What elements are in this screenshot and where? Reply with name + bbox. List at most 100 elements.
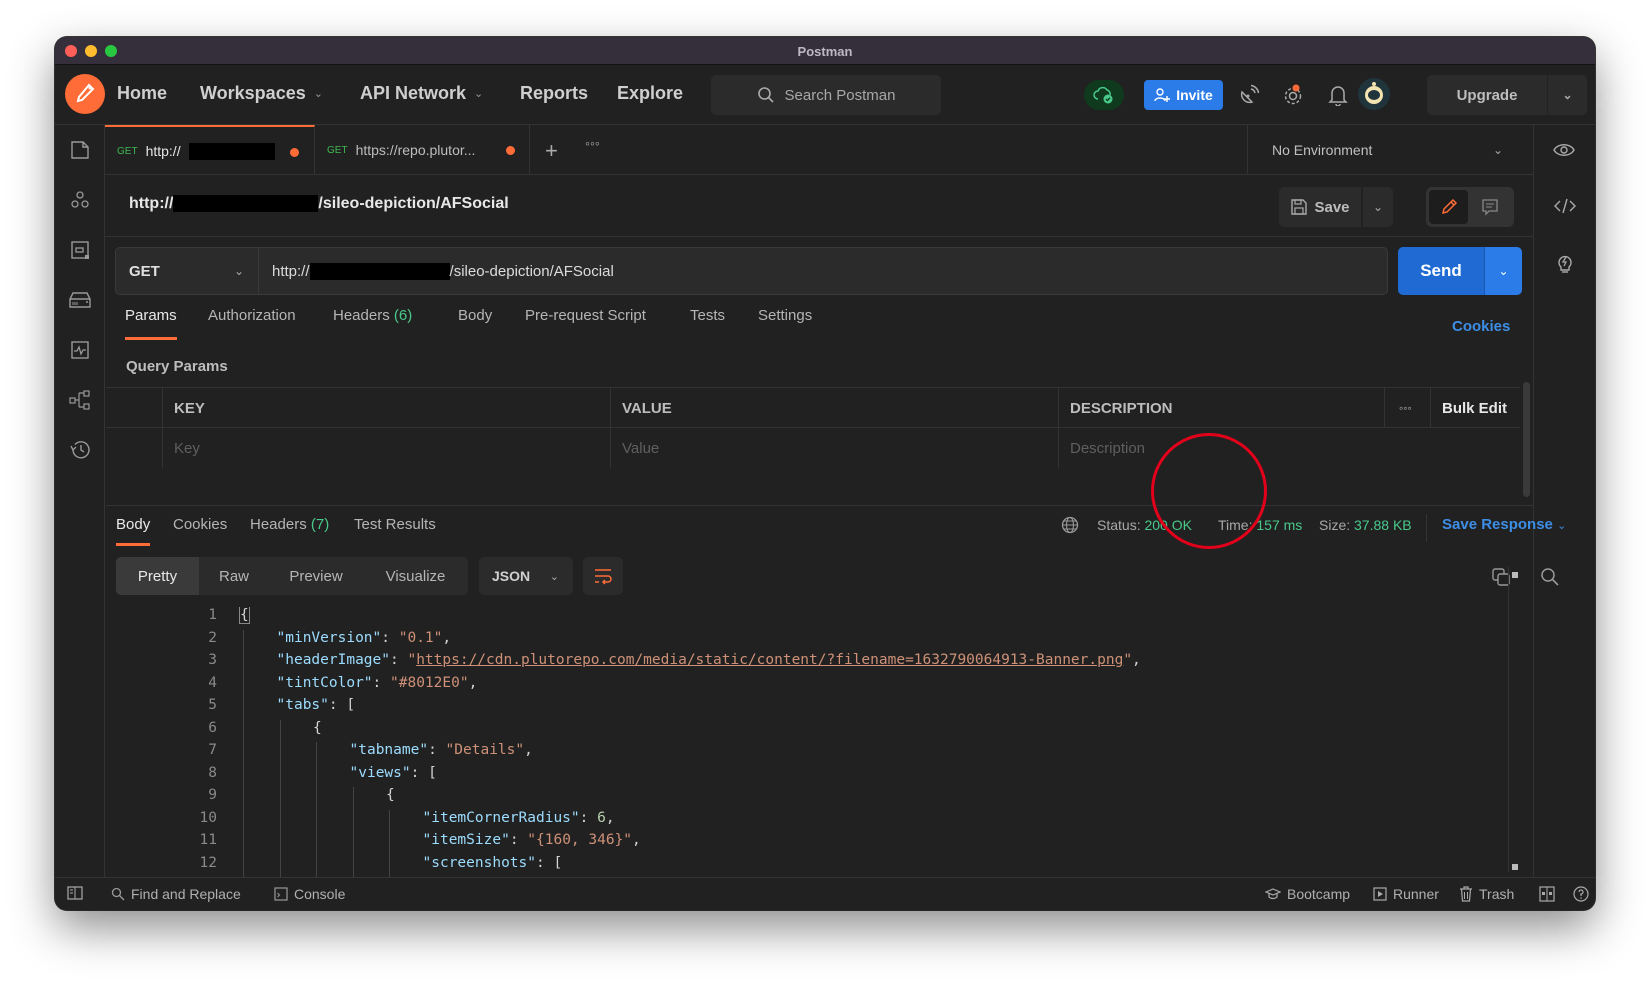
new-tab-button[interactable]: +	[545, 138, 558, 164]
line-number: 12	[199, 854, 217, 871]
request-tab-1[interactable]: GET http://	[105, 125, 315, 175]
code-content: "itemCornerRadius": 6,	[422, 809, 615, 826]
nav-explore[interactable]: Explore	[617, 83, 683, 104]
help-button[interactable]	[1573, 886, 1589, 902]
description-input[interactable]: Description	[1058, 428, 1520, 468]
send-button-group: Send ⌄	[1398, 247, 1522, 295]
tab-headers[interactable]: Headers (6)	[333, 307, 412, 324]
search-icon	[111, 887, 125, 901]
top-navigation: Home Workspaces ⌄ API Network ⌄ Reports Ex…	[55, 65, 1595, 125]
tab-authorization[interactable]: Authorization	[208, 307, 296, 324]
code-icon[interactable]	[1554, 195, 1576, 217]
format-select[interactable]: JSON ⌄	[479, 557, 573, 595]
tab-body[interactable]: Body	[458, 307, 492, 324]
find-and-replace-button[interactable]: Find and Replace	[111, 886, 241, 902]
trash-button[interactable]: Trash	[1459, 886, 1514, 902]
code-line: 12 "screenshots": [	[165, 854, 563, 878]
response-time: Time: 157 ms	[1218, 517, 1303, 533]
request-pane-scrollbar[interactable]	[1523, 382, 1530, 497]
search-input[interactable]: Search Postman	[711, 75, 941, 115]
line-number: 8	[208, 764, 217, 781]
layout-toggle-button[interactable]	[1539, 886, 1555, 902]
key-input[interactable]: Key	[162, 428, 610, 468]
search-response-icon[interactable]	[1540, 567, 1560, 587]
code-line: 11 "itemSize": "{160, 346}",	[165, 832, 641, 855]
response-size: Size: 37.88 KB	[1319, 517, 1412, 533]
nav-reports[interactable]: Reports	[520, 83, 588, 104]
view-raw[interactable]: Raw	[199, 557, 269, 595]
upgrade-button[interactable]: Upgrade ⌄	[1427, 75, 1587, 115]
code-content: {	[239, 607, 250, 624]
nav-workspaces[interactable]: Workspaces ⌄	[200, 83, 323, 104]
scrollbar-bottom-marker[interactable]	[1512, 864, 1518, 870]
tab-settings[interactable]: Settings	[758, 307, 812, 324]
tab-tests[interactable]: Tests	[690, 307, 725, 324]
scrollbar-top-marker[interactable]	[1512, 572, 1518, 578]
history-icon[interactable]	[69, 439, 91, 461]
nav-home[interactable]: Home	[117, 83, 167, 104]
cloud-sync-status[interactable]	[1084, 80, 1124, 110]
more-tabs-icon[interactable]: ◦◦◦	[585, 135, 600, 151]
save-response-button[interactable]: Save Response ⌄	[1442, 516, 1566, 533]
bulk-edit-button[interactable]: Bulk Edit	[1430, 388, 1520, 428]
satellite-button[interactable]	[1237, 83, 1261, 107]
search-icon	[757, 87, 774, 103]
save-button[interactable]: Save	[1279, 187, 1361, 227]
response-tab-cookies[interactable]: Cookies	[173, 516, 227, 533]
status-bar: Find and Replace Console Bootcamp Runner…	[55, 877, 1595, 910]
pencil-icon	[1441, 198, 1457, 215]
request-header: http:///sileo-depiction/AFSocial Save ⌄	[105, 175, 1533, 237]
tab-params[interactable]: Params	[125, 307, 177, 340]
notifications-button[interactable]	[1326, 83, 1350, 107]
request-tab-2[interactable]: GET https://repo.plutor...	[315, 125, 530, 175]
mock-servers-icon[interactable]	[69, 239, 91, 261]
request-name[interactable]: http:///sileo-depiction/AFSocial	[129, 195, 509, 213]
wrap-lines-button[interactable]	[583, 557, 623, 595]
url-input[interactable]: http:///sileo-depiction/AFSocial	[259, 247, 1388, 295]
response-tab-body[interactable]: Body	[116, 516, 151, 546]
line-number: 6	[208, 719, 217, 736]
invite-button[interactable]: Invite	[1144, 80, 1223, 110]
view-pretty[interactable]: Pretty	[116, 557, 199, 595]
view-mode-segment: Pretty Raw Preview Visualize	[116, 557, 468, 595]
view-visualize[interactable]: Visualize	[363, 557, 468, 595]
collections-icon[interactable]	[69, 139, 91, 161]
bootcamp-button[interactable]: Bootcamp	[1265, 886, 1350, 902]
apis-icon[interactable]	[69, 189, 91, 211]
cookies-link[interactable]: Cookies	[1452, 318, 1510, 335]
settings-button[interactable]	[1281, 83, 1305, 107]
more-options-icon[interactable]: ◦◦◦	[1384, 388, 1430, 428]
runner-button[interactable]: Runner	[1373, 886, 1439, 902]
view-preview[interactable]: Preview	[269, 557, 363, 595]
environment-quick-look-button[interactable]	[1533, 125, 1595, 175]
lightbulb-icon[interactable]	[1554, 252, 1576, 274]
tab-pre-request-script[interactable]: Pre-request Script	[525, 307, 646, 324]
response-tab-headers[interactable]: Headers (7)	[250, 516, 329, 533]
postman-logo[interactable]	[65, 74, 105, 114]
console-button[interactable]: Console	[274, 886, 345, 902]
response-body-editor[interactable]: 1{2 "minVersion": "0.1", 3 "headerImage": "…	[165, 607, 1555, 907]
save-options-chevron[interactable]: ⌄	[1363, 187, 1393, 227]
avatar[interactable]	[1358, 78, 1390, 110]
toggle-sidebar-button[interactable]	[67, 886, 83, 900]
edit-mode-button[interactable]	[1429, 190, 1468, 224]
trash-icon	[1460, 886, 1472, 902]
flows-icon[interactable]	[69, 389, 91, 411]
network-icon[interactable]	[1061, 516, 1079, 534]
comments-mode-button[interactable]	[1470, 190, 1509, 224]
environment-selector[interactable]: No Environment ⌄	[1247, 125, 1523, 175]
method-select[interactable]: GET ⌄	[115, 247, 259, 295]
query-params-title: Query Params	[126, 358, 228, 375]
send-button[interactable]: Send	[1398, 247, 1484, 295]
response-tab-test-results[interactable]: Test Results	[354, 516, 436, 533]
table-row: Key Value Description	[106, 427, 1520, 468]
chevron-down-icon[interactable]: ⌄	[1547, 75, 1587, 115]
title-bar: Postman	[55, 37, 1595, 65]
value-input[interactable]: Value	[610, 428, 1058, 468]
environments-icon[interactable]	[69, 289, 91, 311]
add-user-icon	[1154, 88, 1171, 102]
nav-api-network[interactable]: API Network ⌄	[360, 83, 483, 104]
monitors-icon[interactable]	[69, 339, 91, 361]
code-content: "minVersion": "0.1",	[276, 629, 452, 646]
send-options-chevron[interactable]: ⌄	[1484, 247, 1522, 295]
